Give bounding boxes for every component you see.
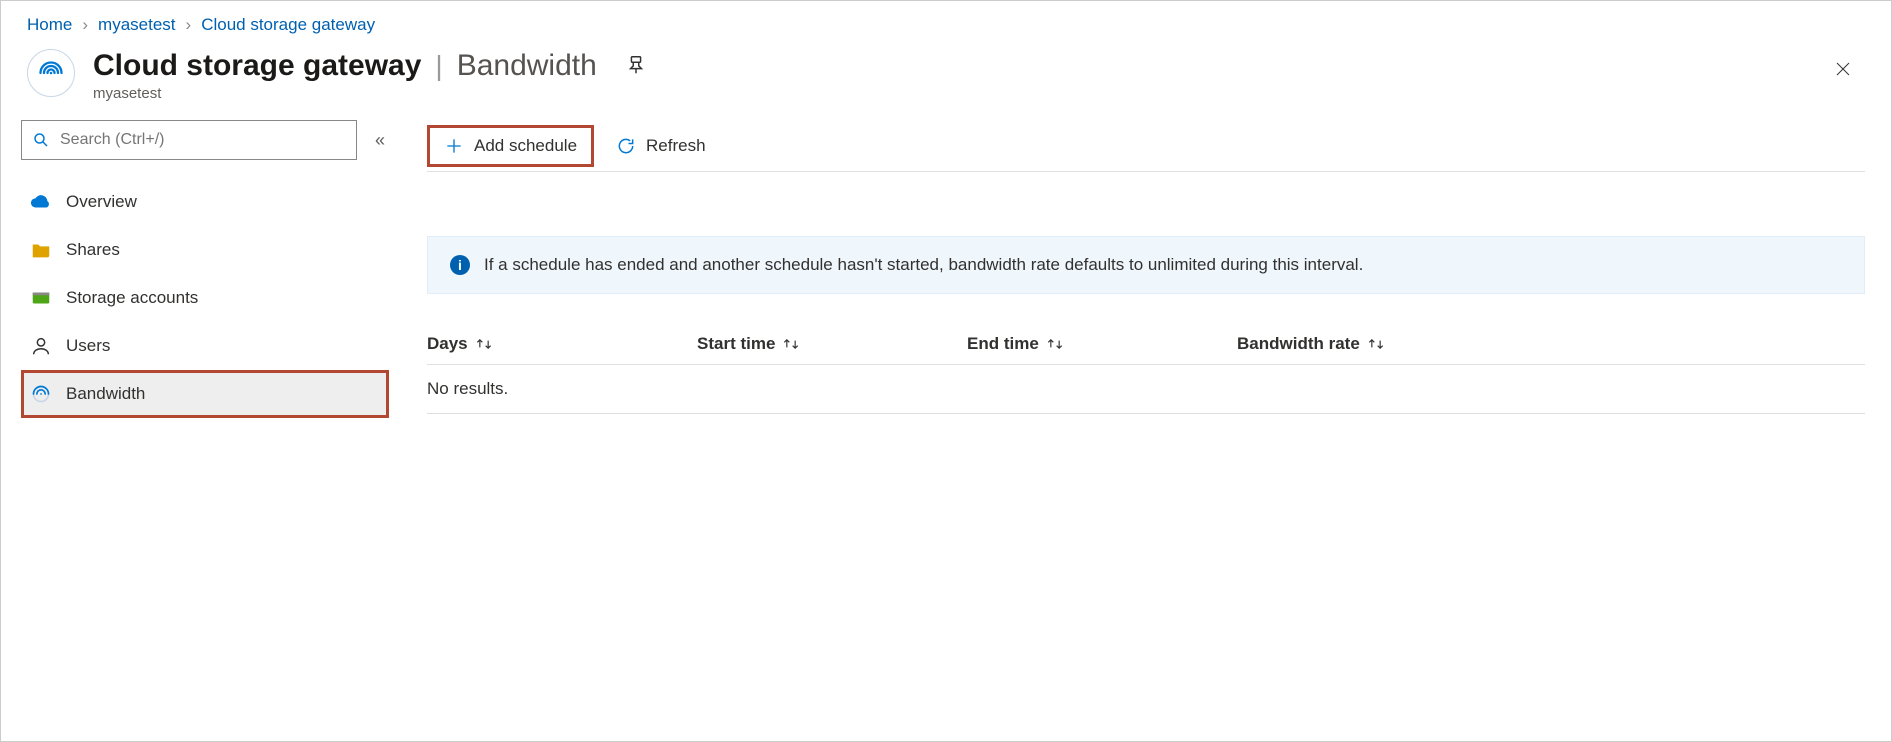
sidebar-item-overview[interactable]: Overview <box>21 178 389 226</box>
sidebar-item-label: Users <box>66 336 110 356</box>
info-message: If a schedule has ended and another sche… <box>484 255 1363 275</box>
column-rate-label: Bandwidth rate <box>1237 334 1360 354</box>
info-banner: i If a schedule has ended and another sc… <box>427 236 1865 294</box>
sidebar-search[interactable] <box>21 120 357 160</box>
plus-icon <box>444 136 464 156</box>
chevron-right-icon: › <box>82 15 88 35</box>
storage-icon <box>30 287 52 309</box>
sidebar-item-label: Shares <box>66 240 120 260</box>
breadcrumb-resource[interactable]: myasetest <box>98 15 175 35</box>
table-empty-row: No results. <box>427 365 1865 414</box>
folder-icon <box>30 239 52 261</box>
add-schedule-label: Add schedule <box>474 136 577 156</box>
sort-icon <box>1366 337 1386 351</box>
search-icon <box>32 131 50 149</box>
column-bandwidth-rate[interactable]: Bandwidth rate <box>1237 334 1457 354</box>
column-end-time[interactable]: End time <box>967 334 1237 354</box>
page-header: Cloud storage gateway | Bandwidth myaset… <box>1 43 1891 120</box>
sort-icon <box>474 337 494 351</box>
resource-subtitle: myasetest <box>93 85 647 102</box>
refresh-label: Refresh <box>646 136 706 156</box>
sidebar-item-label: Bandwidth <box>66 384 145 404</box>
column-days[interactable]: Days <box>427 334 697 354</box>
toolbar: Add schedule Refresh <box>427 120 1865 172</box>
column-days-label: Days <box>427 334 468 354</box>
breadcrumb-section[interactable]: Cloud storage gateway <box>201 15 375 35</box>
user-icon <box>30 335 52 357</box>
pin-icon[interactable] <box>625 54 647 79</box>
table-header: Days Start time End time Bandwidth rate <box>427 334 1865 365</box>
page-title: Cloud storage gateway <box>93 49 421 83</box>
sidebar: « Overview Shares Storage accounts Users <box>1 120 389 418</box>
title-separator: | <box>435 50 442 82</box>
bandwidth-icon <box>30 383 52 405</box>
sidebar-item-label: Storage accounts <box>66 288 198 308</box>
close-button[interactable] <box>1827 53 1859 85</box>
sort-icon <box>1045 337 1065 351</box>
schedule-table: Days Start time End time Bandwidth rate … <box>427 334 1865 414</box>
sidebar-item-bandwidth[interactable]: Bandwidth <box>21 370 389 418</box>
sidebar-item-storage-accounts[interactable]: Storage accounts <box>21 274 389 322</box>
refresh-icon <box>616 136 636 156</box>
info-icon: i <box>450 255 470 275</box>
refresh-button[interactable]: Refresh <box>602 125 720 167</box>
column-end-label: End time <box>967 334 1039 354</box>
add-schedule-button[interactable]: Add schedule <box>427 125 594 167</box>
sidebar-item-label: Overview <box>66 192 137 212</box>
cloud-icon <box>30 191 52 213</box>
column-start-time[interactable]: Start time <box>697 334 967 354</box>
collapse-sidebar-button[interactable]: « <box>371 126 389 155</box>
gateway-icon <box>27 49 75 97</box>
page-subtitle-section: Bandwidth <box>457 49 597 83</box>
sidebar-item-shares[interactable]: Shares <box>21 226 389 274</box>
sidebar-search-input[interactable] <box>58 130 346 150</box>
column-start-label: Start time <box>697 334 775 354</box>
sidebar-item-users[interactable]: Users <box>21 322 389 370</box>
breadcrumb: Home › myasetest › Cloud storage gateway <box>1 1 1891 43</box>
main-content: Add schedule Refresh i If a schedule has… <box>389 120 1891 418</box>
breadcrumb-home[interactable]: Home <box>27 15 72 35</box>
sort-icon <box>781 337 801 351</box>
chevron-right-icon: › <box>186 15 192 35</box>
